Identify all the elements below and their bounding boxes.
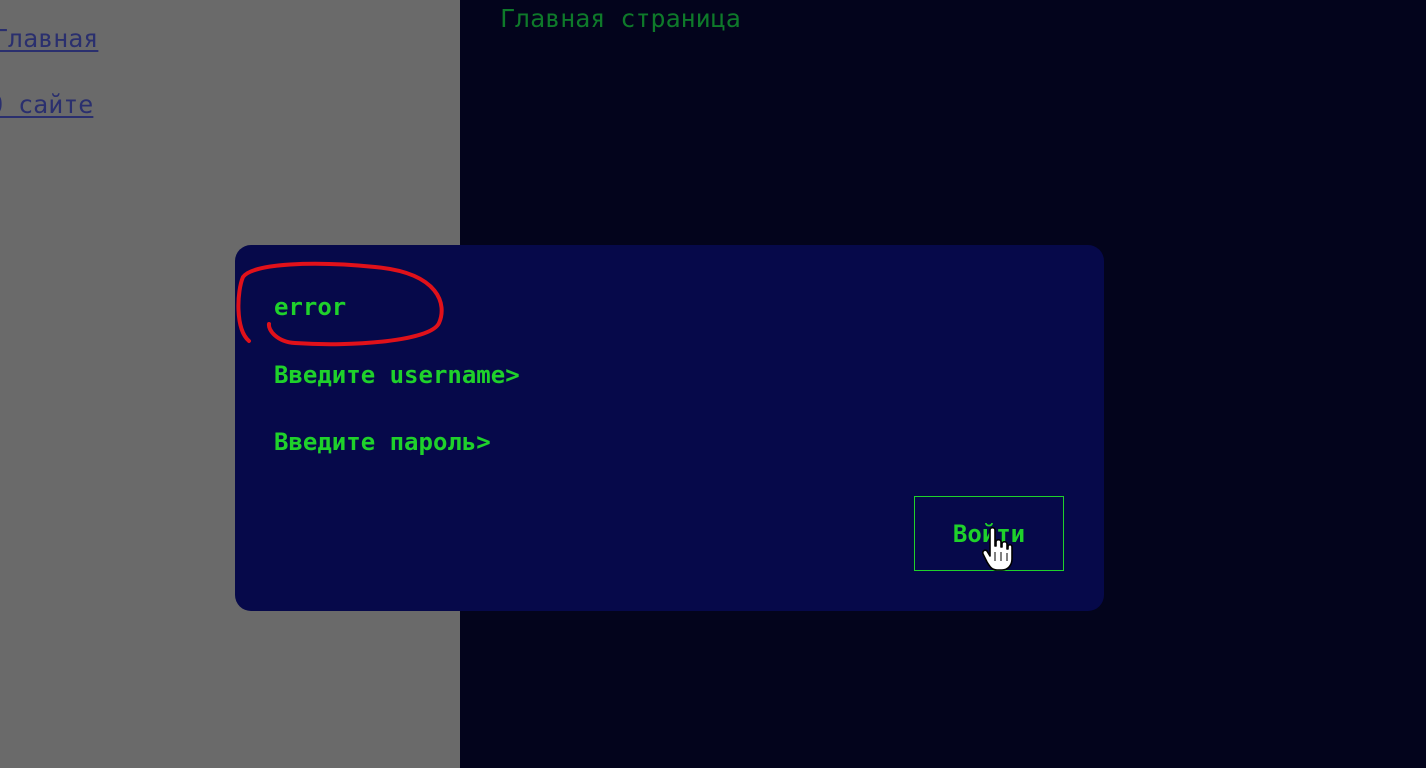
password-prompt[interactable]: Введите пароль>: [274, 428, 491, 456]
nav-link-home[interactable]: Главная: [0, 24, 98, 53]
login-button[interactable]: Войти: [914, 496, 1064, 571]
login-dialog: error Введите username> Введите пароль> …: [235, 245, 1104, 611]
nav-link-about[interactable]: О сайте: [0, 90, 93, 119]
page-title: Главная страница: [500, 4, 741, 33]
error-message: error: [274, 293, 347, 321]
username-prompt[interactable]: Введите username>: [274, 361, 520, 389]
